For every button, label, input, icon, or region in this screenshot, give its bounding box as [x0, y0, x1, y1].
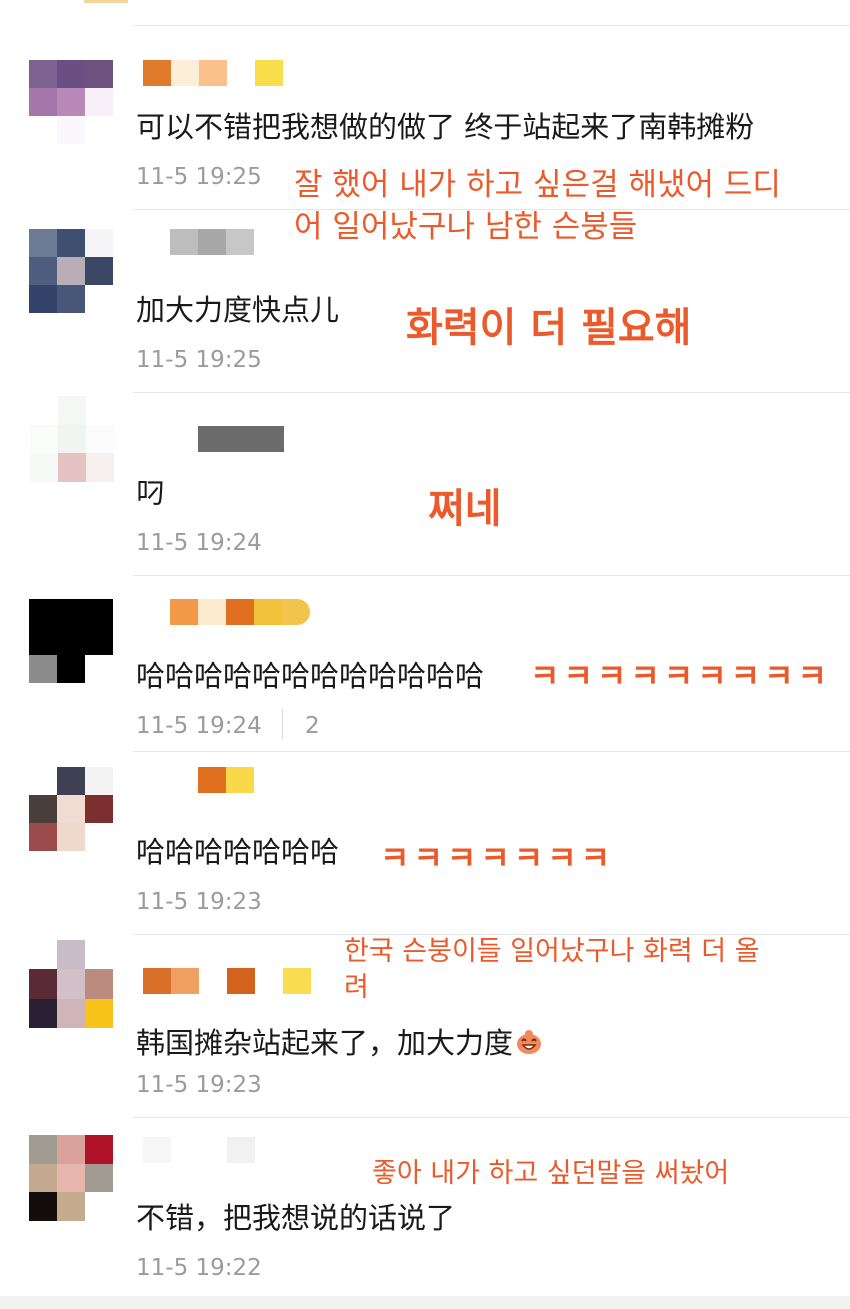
laughing-face-icon: [517, 1030, 542, 1054]
username-blurred[interactable]: [143, 968, 311, 994]
korean-annotation: ㅋㅋㅋㅋㅋㅋㅋ: [380, 839, 615, 877]
comment-timestamp: 11-5 19:25: [136, 347, 262, 373]
username-blurred[interactable]: [143, 1137, 255, 1163]
comment-item[interactable]: 韩国摊杂站起来了，加大力度 11-5 19:23 한국 슨붕이들 일어났구나 화…: [0, 934, 850, 1117]
comment-text: 韩国摊杂站起来了，加大力度: [136, 1020, 543, 1062]
avatar[interactable]: [30, 396, 114, 482]
korean-annotation-line: 려: [344, 972, 369, 1003]
username-blurred[interactable]: [198, 767, 254, 793]
korean-annotation: 쩌네: [428, 486, 502, 532]
divider: [133, 392, 850, 393]
divider: [133, 575, 850, 576]
like-count[interactable]: 2: [305, 713, 320, 739]
comment-item[interactable]: 加大力度快点儿 11-5 19:25 화력이 더 필요해: [0, 209, 850, 392]
comment-text: 哈哈哈哈哈哈哈哈哈哈哈哈: [136, 659, 485, 693]
avatar[interactable]: [29, 767, 113, 851]
username-blurred[interactable]: [143, 60, 283, 86]
avatar[interactable]: [29, 599, 113, 683]
blurred-name-fragment: [84, 0, 128, 3]
comment-text: 不错，把我想说的话说了: [136, 1201, 456, 1235]
username-blurred[interactable]: [170, 229, 254, 255]
comment-text: 可以不错把我想做的做了 终于站起来了南韩摊粉: [136, 110, 755, 144]
comment-text-body: 韩国摊杂站起来了，加大力度: [136, 1026, 514, 1060]
divider: [133, 1117, 850, 1118]
comment-timestamp: 11-5 19:23: [136, 889, 262, 915]
comment-text: 加大力度快点儿: [136, 293, 340, 327]
avatar[interactable]: [29, 229, 113, 313]
divider: [133, 751, 850, 752]
comment-text: 哈哈哈哈哈哈哈: [136, 835, 340, 869]
korean-annotation: 한국 슨붕이들 일어났구나 화력 더 올 려: [344, 934, 760, 1006]
avatar[interactable]: [29, 60, 113, 144]
comment-item[interactable]: 叼 11-5 19:24 쩌네: [0, 392, 850, 575]
bottom-edge: [0, 1296, 850, 1309]
korean-annotation-line: 잘 했어 내가 하고 싶은걸 해냈어 드디: [294, 167, 781, 203]
korean-annotation-line: 한국 슨붕이들 일어났구나 화력 더 올: [344, 936, 760, 967]
comment-text: 叼: [136, 476, 166, 510]
comment-timestamp: 11-5 19:23: [136, 1072, 262, 1098]
comment-item[interactable]: 哈哈哈哈哈哈哈哈哈哈哈哈 11-5 19:24 2 ㅋㅋㅋㅋㅋㅋㅋㅋㅋ: [0, 575, 850, 758]
comment-timestamp: 11-5 19:24: [136, 530, 262, 556]
divider: [133, 209, 850, 210]
comment-item[interactable]: 可以不错把我想做的做了 终于站起来了南韩摊粉 11-5 19:25 잘 했어 내…: [0, 26, 850, 245]
avatar[interactable]: [29, 1135, 113, 1221]
comment-item[interactable]: 不错，把我想说的话说了 11-5 19:22 좋아 내가 하고 싶던말을 써놨어: [0, 1117, 850, 1300]
previous-comment-edge: [0, 0, 850, 26]
divider: [282, 709, 283, 739]
username-blurred[interactable]: [198, 426, 284, 452]
comment-timestamp: 11-5 19:22: [136, 1255, 262, 1281]
korean-annotation: 화력이 더 필요해: [406, 305, 692, 351]
comment-timestamp: 11-5 19:25: [136, 164, 262, 190]
avatar[interactable]: [29, 940, 113, 1028]
comment-item[interactable]: 哈哈哈哈哈哈哈 11-5 19:23 ㅋㅋㅋㅋㅋㅋㅋ: [0, 751, 850, 934]
username-blurred[interactable]: [170, 599, 310, 625]
korean-annotation: ㅋㅋㅋㅋㅋㅋㅋㅋㅋ: [530, 657, 831, 695]
comment-timestamp: 11-5 19:24: [136, 713, 262, 739]
korean-annotation: 좋아 내가 하고 싶던말을 써놨어: [372, 1158, 730, 1189]
